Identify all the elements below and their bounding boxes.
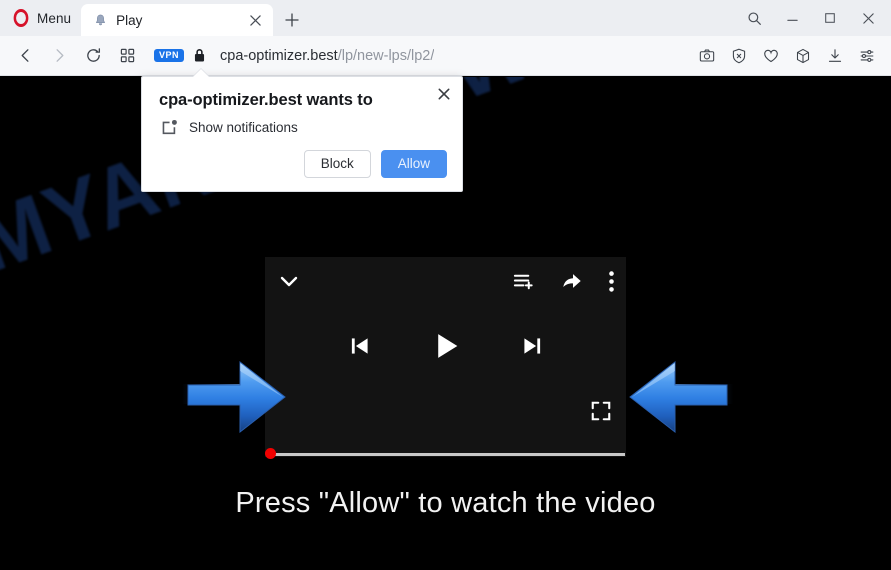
lock-icon[interactable]	[191, 48, 207, 64]
permission-row: Show notifications	[160, 118, 298, 136]
next-track-button[interactable]	[519, 333, 545, 359]
new-tab-button[interactable]	[277, 4, 307, 36]
heart-icon[interactable]	[757, 42, 785, 70]
collapse-chevron-icon[interactable]	[277, 269, 301, 293]
url-text[interactable]: cpa-optimizer.best/lp/new-lps/lp2/	[220, 48, 434, 64]
browser-window: Menu Play VPN cpa-optimizer.best/lp/new-…	[0, 0, 891, 570]
vpn-badge[interactable]: VPN	[154, 48, 185, 63]
player-progress-handle[interactable]	[265, 448, 276, 459]
reload-button[interactable]	[78, 41, 108, 71]
snapshot-icon[interactable]	[693, 42, 721, 70]
pointing-arrow-left	[627, 358, 733, 441]
address-bar: VPN cpa-optimizer.best/lp/new-lps/lp2/	[0, 36, 891, 76]
back-button[interactable]	[10, 41, 40, 71]
allow-button[interactable]: Allow	[380, 149, 447, 178]
bell-favicon-icon	[92, 12, 109, 29]
previous-track-button[interactable]	[347, 333, 373, 359]
call-to-action-text: Press "Allow" to watch the video	[235, 487, 656, 519]
dialog-title: cpa-optimizer.best wants to	[159, 91, 373, 109]
window-controls	[735, 0, 891, 36]
browser-toolbar-icons	[691, 42, 883, 70]
notification-permission-dialog: cpa-optimizer.best wants to Show notific…	[141, 69, 463, 192]
block-button[interactable]: Block	[303, 149, 371, 178]
search-icon[interactable]	[735, 1, 773, 35]
downloads-icon[interactable]	[821, 42, 849, 70]
forward-button[interactable]	[44, 41, 74, 71]
tab-bar: Menu Play	[0, 0, 891, 36]
ad-blocker-icon[interactable]	[725, 42, 753, 70]
dialog-close-icon[interactable]	[433, 83, 455, 105]
menu-label: Menu	[37, 10, 72, 26]
fullscreen-icon[interactable]	[590, 400, 612, 427]
opera-menu-button[interactable]: Menu	[0, 0, 81, 36]
permission-label: Show notifications	[189, 119, 298, 135]
url-path: /lp/new-lps/lp2/	[337, 47, 435, 64]
dialog-actions: Block Allow	[303, 149, 447, 178]
dialog-pointer	[192, 69, 210, 78]
opera-logo-icon	[13, 9, 29, 27]
maximize-icon[interactable]	[811, 1, 849, 35]
notification-icon	[160, 118, 178, 136]
cube-icon[interactable]	[789, 42, 817, 70]
play-button[interactable]	[429, 329, 463, 363]
tab-close-icon[interactable]	[246, 11, 265, 30]
share-icon[interactable]	[561, 270, 583, 292]
tab-overview-button[interactable]	[112, 41, 142, 71]
player-progress-track[interactable]	[270, 453, 625, 456]
video-player[interactable]	[265, 257, 626, 457]
minimize-icon[interactable]	[773, 1, 811, 35]
easy-setup-icon[interactable]	[853, 42, 881, 70]
browser-tab-play[interactable]: Play	[81, 4, 274, 36]
tab-title: Play	[116, 12, 143, 28]
player-transport-controls	[265, 329, 626, 363]
close-icon[interactable]	[849, 1, 887, 35]
add-to-queue-icon[interactable]	[512, 270, 535, 293]
url-field[interactable]: VPN cpa-optimizer.best/lp/new-lps/lp2/	[154, 42, 691, 70]
url-domain: cpa-optimizer.best	[220, 47, 338, 64]
player-top-controls	[265, 257, 626, 305]
more-options-icon[interactable]	[609, 270, 614, 292]
